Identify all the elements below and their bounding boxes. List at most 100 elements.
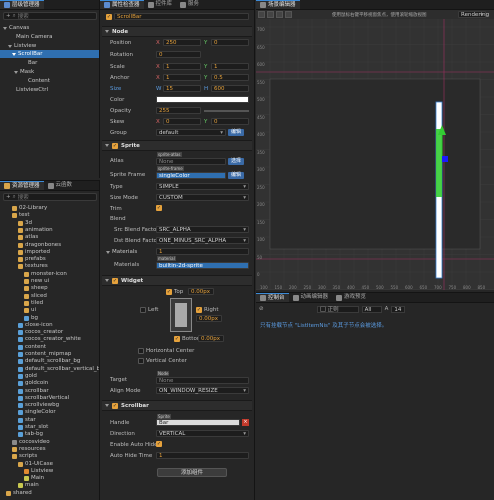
clear-console-icon[interactable]: ⊘ bbox=[259, 306, 264, 312]
material-field[interactable]: builtin-2d-sprite bbox=[156, 262, 249, 269]
asset-item[interactable]: dragonbones bbox=[18, 242, 61, 249]
regex-checkbox[interactable] bbox=[319, 306, 326, 312]
right-checkbox[interactable]: ✓ bbox=[196, 307, 202, 313]
asset-item[interactable]: Main bbox=[24, 475, 44, 482]
tree-item-listviewctrl[interactable]: ListviewCtrl bbox=[16, 86, 48, 94]
anchor-x-field[interactable]: 1 bbox=[163, 74, 201, 81]
asset-item[interactable]: scrollbarVertical bbox=[18, 395, 69, 402]
handle-field[interactable]: Bar bbox=[156, 419, 240, 426]
node-name-field[interactable]: ScrollBar bbox=[114, 13, 249, 20]
color-swatch[interactable] bbox=[156, 96, 249, 103]
tab-cloud-functions[interactable]: 云函数 bbox=[44, 181, 77, 190]
asset-item[interactable]: tiled bbox=[24, 300, 43, 307]
asset-item[interactable]: Listview bbox=[24, 468, 53, 475]
asset-item[interactable]: 3d bbox=[18, 220, 32, 227]
top-field[interactable]: 0.00px bbox=[188, 288, 214, 295]
asset-item[interactable]: cocos_creator bbox=[18, 329, 63, 336]
scale-y-field[interactable]: 1 bbox=[211, 63, 249, 70]
opacity-slider[interactable] bbox=[204, 110, 249, 112]
asset-item[interactable]: sheep bbox=[24, 285, 48, 292]
tree-item-listview[interactable]: Listview bbox=[8, 42, 36, 50]
sprite-section-header[interactable]: ✓ Sprite bbox=[102, 140, 252, 151]
materials-count-field[interactable]: 1 bbox=[156, 248, 249, 255]
asset-item[interactable]: cocos_creator_white bbox=[18, 336, 81, 343]
render-mode-select[interactable]: Rendering bbox=[458, 11, 489, 19]
expand-arrow-icon[interactable] bbox=[8, 44, 12, 48]
scale-tool-icon[interactable] bbox=[276, 11, 283, 18]
asset-item[interactable]: default_scrollbar_bg bbox=[18, 358, 80, 365]
scrollbar-section-header[interactable]: ✓ Scrollbar bbox=[102, 400, 252, 411]
expand-arrow-icon[interactable] bbox=[3, 26, 7, 30]
tab-scene[interactable]: 场景编辑器 bbox=[256, 0, 300, 9]
rect-tool-icon[interactable] bbox=[285, 11, 292, 18]
sprite-enabled-checkbox[interactable]: ✓ bbox=[112, 142, 118, 149]
anchor-y-field[interactable]: 0.5 bbox=[211, 74, 249, 81]
opacity-field[interactable]: 255 bbox=[156, 107, 201, 114]
scene-viewport[interactable]: 700 650 600 550 500 450 400 350 300 250 200 150 100 5… bbox=[256, 19, 494, 290]
asset-item[interactable]: bg bbox=[24, 315, 38, 322]
hierarchy-search[interactable]: + ⌕ 搜索 bbox=[3, 12, 97, 20]
atlas-field[interactable]: None bbox=[156, 158, 226, 165]
widget-enabled-checkbox[interactable]: ✓ bbox=[112, 277, 118, 284]
size-w-field[interactable]: 15 bbox=[163, 85, 201, 92]
asset-item[interactable]: textures bbox=[18, 263, 48, 270]
sprite-frame-edit-button[interactable]: 编辑 bbox=[228, 172, 245, 179]
asset-item[interactable]: new ui bbox=[24, 278, 49, 285]
collapse-arrow-icon[interactable] bbox=[105, 30, 109, 33]
expand-arrow-icon[interactable] bbox=[14, 70, 18, 74]
tree-item-main-camera[interactable]: Main Camera bbox=[16, 33, 52, 41]
rotate-tool-icon[interactable] bbox=[267, 11, 274, 18]
bottom-field[interactable]: 0.00px bbox=[198, 335, 224, 342]
asset-item[interactable]: prefabs bbox=[18, 256, 46, 263]
asset-item[interactable]: singleColor bbox=[18, 409, 56, 416]
autohide-checkbox[interactable]: ✓ bbox=[156, 441, 162, 447]
sprite-frame-field[interactable]: singleColor bbox=[156, 172, 226, 179]
collapse-arrow-icon[interactable] bbox=[105, 279, 109, 282]
asset-item[interactable]: goldcoin bbox=[18, 380, 48, 387]
top-checkbox[interactable]: ✓ bbox=[166, 289, 172, 295]
log-level-select[interactable]: All bbox=[361, 305, 382, 313]
type-select[interactable]: SIMPLE bbox=[156, 183, 249, 191]
asset-item[interactable]: close-icon bbox=[18, 322, 53, 329]
assets-search[interactable]: + ⌕ 搜索 bbox=[3, 193, 97, 201]
asset-item[interactable]: animation bbox=[18, 227, 53, 234]
node-active-checkbox[interactable]: ✓ bbox=[106, 14, 112, 20]
tab-assets[interactable]: 资源管理器 bbox=[0, 181, 44, 190]
tab-inspector[interactable]: 属性检查器 bbox=[100, 0, 144, 9]
asset-item[interactable]: scrollbar bbox=[18, 388, 49, 395]
size-mode-select[interactable]: CUSTOM bbox=[156, 194, 249, 202]
asset-item[interactable]: resources bbox=[12, 446, 46, 453]
console-filter-input[interactable]: 正则 bbox=[316, 305, 359, 313]
skew-x-field[interactable]: 0 bbox=[163, 118, 201, 125]
rotation-field[interactable]: 0 bbox=[156, 51, 201, 58]
direction-select[interactable]: VERTICAL bbox=[156, 430, 249, 438]
asset-item[interactable]: star bbox=[18, 417, 36, 424]
asset-item[interactable]: atlas bbox=[18, 234, 38, 241]
font-size-select[interactable]: 14 bbox=[391, 305, 406, 313]
add-component-button[interactable]: 添加组件 bbox=[157, 468, 227, 477]
asset-item[interactable]: scrollviewbg bbox=[18, 402, 59, 409]
tree-item-content[interactable]: Content bbox=[28, 77, 50, 85]
collapse-arrow-icon[interactable] bbox=[105, 404, 109, 407]
asset-item[interactable]: sliced bbox=[24, 293, 47, 300]
tree-item-bar[interactable]: Bar bbox=[28, 59, 37, 67]
position-x-field[interactable]: 250 bbox=[163, 39, 201, 46]
tab-game-preview[interactable]: 游戏预览 bbox=[332, 293, 370, 302]
asset-item[interactable]: default_scrollbar_vertical_bg bbox=[18, 366, 99, 373]
tree-item-canvas[interactable]: Canvas bbox=[3, 24, 29, 32]
tab-widget-library[interactable]: 控件库 bbox=[144, 0, 177, 9]
tree-item-scrollbar[interactable]: ScrollBar bbox=[0, 50, 99, 58]
asset-item[interactable]: monster-icon bbox=[24, 271, 67, 278]
asset-item[interactable]: shared bbox=[6, 490, 32, 497]
asset-item[interactable]: 02-Library bbox=[12, 205, 47, 212]
src-blend-select[interactable]: SRC_ALPHA bbox=[156, 226, 249, 234]
target-field[interactable]: None bbox=[156, 377, 249, 384]
scrollbar-enabled-checkbox[interactable]: ✓ bbox=[112, 402, 118, 409]
asset-item[interactable]: main bbox=[18, 482, 39, 489]
expand-arrow-icon[interactable] bbox=[106, 250, 110, 254]
bottom-checkbox[interactable]: ✓ bbox=[174, 336, 180, 342]
group-select[interactable]: default bbox=[156, 129, 226, 137]
right-field[interactable]: 0.00px bbox=[196, 315, 222, 322]
tree-item-mask[interactable]: Mask bbox=[14, 68, 34, 76]
asset-item[interactable]: star_slot bbox=[18, 424, 48, 431]
